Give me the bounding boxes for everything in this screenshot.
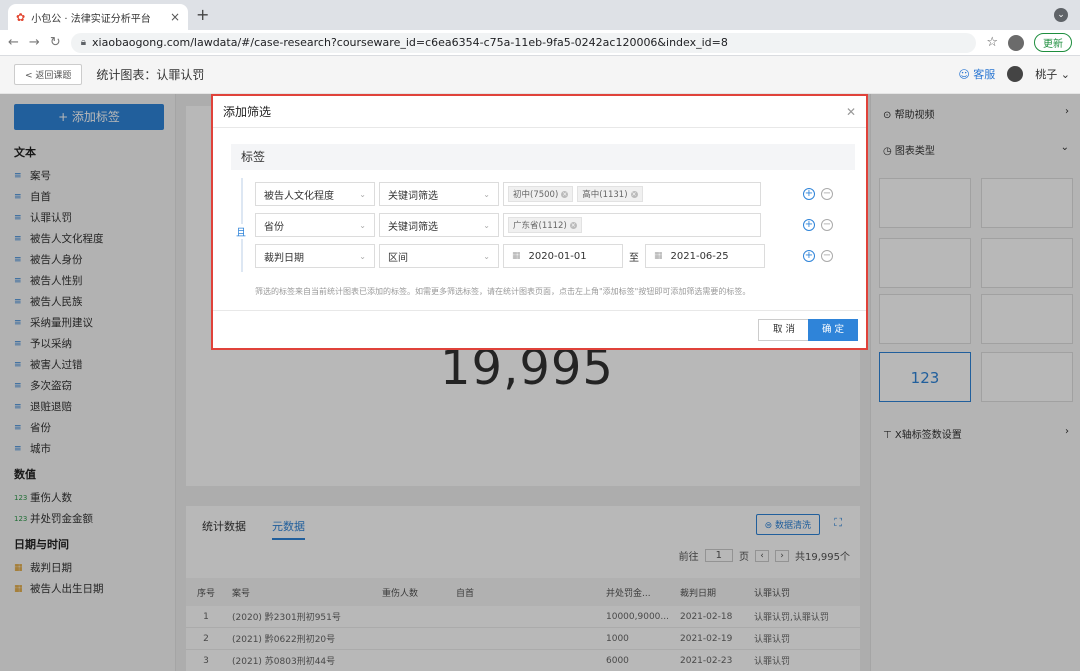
update-button[interactable]: 更新 bbox=[1034, 33, 1072, 52]
remove-row-icon[interactable]: − bbox=[821, 250, 833, 262]
new-tab-icon[interactable]: + bbox=[196, 5, 209, 24]
username[interactable]: 桃子 ⌄ bbox=[1035, 66, 1070, 82]
tab-title: 小包公 · 法律实证分析平台 bbox=[31, 13, 151, 25]
address-bar: ← → ↻ 🔒︎ xiaobaogong.com/lawdata/#/case-… bbox=[0, 30, 1080, 56]
dialog-footer: 取 消 确 定 bbox=[213, 310, 866, 348]
chevron-down-icon: ⌄ bbox=[359, 251, 366, 261]
chevron-down-icon: ⌄ bbox=[359, 189, 366, 199]
avatar[interactable] bbox=[1007, 66, 1024, 82]
filter-row: 省份 ⌄ 关键词筛选 ⌄ 广东省(1112) × bbox=[255, 213, 761, 237]
dialog-title: 添加筛选 bbox=[223, 105, 272, 119]
cancel-button[interactable]: 取 消 bbox=[757, 319, 810, 341]
field-select[interactable]: 裁判日期 ⌄ bbox=[255, 244, 375, 268]
site-favicon-icon: ✿ bbox=[16, 10, 26, 24]
close-icon[interactable]: ✕ bbox=[846, 105, 856, 119]
browser-menu-icon[interactable]: ⌄ bbox=[1054, 8, 1068, 22]
back-to-topic-button[interactable]: < 返回课题 bbox=[14, 64, 83, 85]
close-tab-icon[interactable]: × bbox=[170, 10, 180, 24]
add-filter-dialog: 添加筛选 ✕ 标签 且 被告人文化程度 ⌄ 关键词筛选 ⌄ 初中(7500) × 高中… bbox=[211, 94, 868, 350]
filter-row: 被告人文化程度 ⌄ 关键词筛选 ⌄ 初中(7500) × 高中(1131) × bbox=[255, 182, 761, 206]
calendar-icon: ▦ bbox=[654, 251, 663, 261]
field-select[interactable]: 省份 ⌄ bbox=[255, 213, 375, 237]
browser-tab[interactable]: ✿ 小包公 · 法律实证分析平台 × bbox=[8, 4, 188, 30]
filter-chip: 初中(7500) × bbox=[508, 186, 574, 202]
chrome-profile-avatar[interactable] bbox=[1008, 34, 1024, 51]
bookmark-star-icon[interactable]: ☆ bbox=[986, 35, 998, 50]
keyword-chip-input[interactable]: 初中(7500) × 高中(1131) × bbox=[503, 182, 761, 206]
customer-service-link[interactable]: ☺ 客服 bbox=[958, 66, 995, 82]
chevron-down-icon: ⌄ bbox=[359, 220, 366, 230]
lock-icon: 🔒︎ bbox=[80, 37, 87, 48]
range-separator: 至 bbox=[629, 252, 639, 264]
chevron-down-icon: ⌄ bbox=[483, 189, 490, 199]
filter-chip: 广东省(1112) × bbox=[508, 217, 582, 233]
reload-icon[interactable]: ↻ bbox=[50, 35, 61, 50]
date-from-input[interactable]: ▦ 2020-01-01 bbox=[503, 244, 623, 268]
url-text: xiaobaogong.com/lawdata/#/case-research?… bbox=[92, 36, 728, 49]
page-title: 统计图表：认罪认罚 bbox=[96, 68, 205, 82]
filter-chip: 高中(1131) × bbox=[577, 186, 643, 202]
back-arrow-icon[interactable]: ← bbox=[8, 35, 19, 50]
calendar-icon: ▦ bbox=[512, 251, 521, 261]
filter-row: 裁判日期 ⌄ 区间 ⌄ ▦ 2020-01-01 至 ▦ 2021-06-25 bbox=[255, 244, 765, 268]
field-select[interactable]: 被告人文化程度 ⌄ bbox=[255, 182, 375, 206]
keyword-chip-input[interactable]: 广东省(1112) × bbox=[503, 213, 761, 237]
add-row-icon[interactable]: + bbox=[803, 250, 815, 262]
mode-select[interactable]: 关键词筛选 ⌄ bbox=[379, 182, 499, 206]
help-note: 筛选的标签来自当前统计图表已添加的标签。如需更多筛选标签，请在统计图表页面，点击… bbox=[255, 287, 751, 296]
add-row-icon[interactable]: + bbox=[803, 219, 815, 231]
url-field[interactable]: 🔒︎ xiaobaogong.com/lawdata/#/case-resear… bbox=[70, 32, 977, 53]
remove-chip-icon[interactable]: × bbox=[630, 190, 638, 198]
section-title: 标签 bbox=[231, 144, 855, 170]
app-header: < 返回课题 统计图表：认罪认罚 ☺ 客服 桃子 ⌄ bbox=[0, 56, 1080, 94]
chevron-down-icon: ⌄ bbox=[483, 251, 490, 261]
mode-select[interactable]: 关键词筛选 ⌄ bbox=[379, 213, 499, 237]
chevron-down-icon: ⌄ bbox=[483, 220, 490, 230]
forward-arrow-icon[interactable]: → bbox=[29, 35, 40, 50]
browser-tab-bar: ✿ 小包公 · 法律实证分析平台 × + ⌄ bbox=[0, 0, 1080, 30]
mode-select[interactable]: 区间 ⌄ bbox=[379, 244, 499, 268]
confirm-button[interactable]: 确 定 bbox=[807, 319, 858, 341]
conjunction-toggle[interactable]: 且 bbox=[236, 224, 246, 239]
remove-row-icon[interactable]: − bbox=[821, 219, 833, 231]
date-to-input[interactable]: ▦ 2021-06-25 bbox=[645, 244, 765, 268]
remove-row-icon[interactable]: − bbox=[821, 188, 833, 200]
remove-chip-icon[interactable]: × bbox=[561, 190, 569, 198]
add-row-icon[interactable]: + bbox=[803, 188, 815, 200]
remove-chip-icon[interactable]: × bbox=[569, 221, 577, 229]
